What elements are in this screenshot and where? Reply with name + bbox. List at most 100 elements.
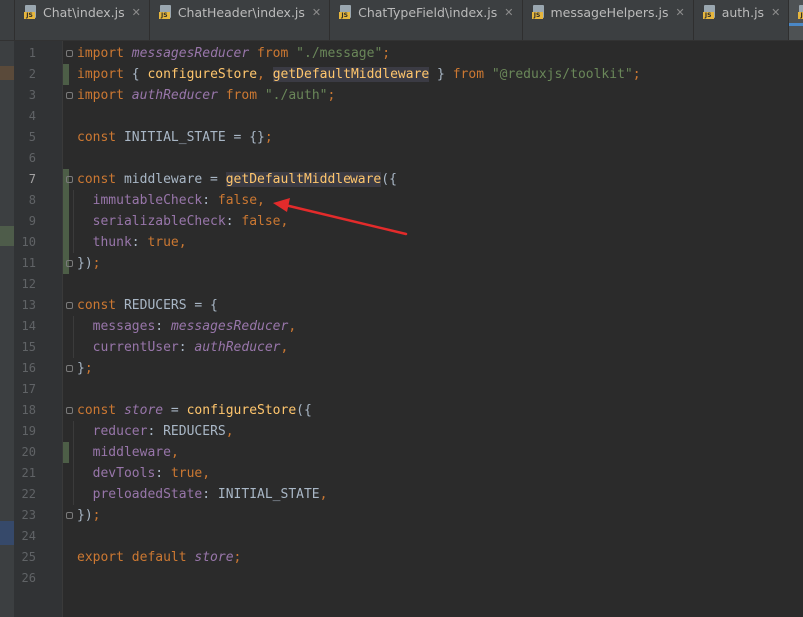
line-number: 3	[28, 88, 36, 102]
code-token: ware	[349, 172, 382, 187]
code-token: devTools	[92, 466, 156, 481]
code-token: ;	[327, 88, 336, 103]
code-text: };	[77, 358, 93, 379]
line-number: 10	[21, 235, 36, 249]
code-text: middleware,	[77, 442, 179, 463]
code-text: const middleware = getDefaultMiddleware(…	[77, 169, 397, 190]
code-token: immutableCheck	[92, 193, 203, 208]
code-token: ;	[84, 361, 93, 376]
code-token: ,	[257, 193, 265, 208]
close-icon[interactable]: ✕	[771, 6, 780, 19]
close-icon[interactable]: ✕	[312, 6, 321, 19]
code-token: :	[225, 214, 242, 229]
code-token: :	[131, 235, 148, 250]
editor-tab[interactable]: JS auth.js ✕	[694, 0, 790, 40]
code-token: authReducer	[194, 340, 281, 355]
code-line: 6	[0, 148, 803, 169]
line-number: 14	[21, 319, 36, 333]
code-token: ({	[296, 403, 312, 418]
code-text: devTools: true,	[77, 463, 210, 484]
code-token: ,	[280, 214, 289, 229]
code-token: INITIAL_STATE = {}	[123, 130, 265, 145]
code-token: messages	[92, 319, 156, 334]
code-line: 15 currentUser: authReducer,	[0, 337, 803, 358]
code-token: })	[77, 508, 93, 523]
editor-tab[interactable]: JS messageHelpers.js ✕	[523, 0, 694, 40]
tab-label: ChatTypeField\index.js	[358, 4, 498, 20]
line-number: 23	[21, 508, 36, 522]
line-number: 9	[28, 214, 36, 228]
code-line: 23});	[0, 505, 803, 526]
line-number: 19	[21, 424, 36, 438]
close-icon[interactable]: ✕	[675, 6, 684, 19]
code-token: thunk	[92, 235, 132, 250]
code-text: const REDUCERS = {	[77, 295, 218, 316]
code-token: configureStore	[186, 403, 297, 418]
js-file-icon: JS	[158, 5, 173, 19]
code-token: :	[155, 319, 171, 334]
code-token: from	[217, 88, 265, 103]
code-line: 11});	[0, 253, 803, 274]
editor-tab[interactable]: JSstore\index.js✕	[789, 0, 803, 40]
js-file-icon: JS	[798, 5, 803, 19]
code-token: ,	[225, 424, 234, 439]
code-token: ,	[202, 466, 211, 481]
code-line: 17	[0, 379, 803, 400]
code-line: 24	[0, 526, 803, 547]
code-token: ;	[92, 508, 101, 523]
line-number: 13	[21, 298, 36, 312]
line-number: 1	[28, 46, 36, 60]
code-token: messagesReducer	[170, 319, 289, 334]
code-token: import	[77, 88, 132, 103]
code-line: 20 middleware,	[0, 442, 803, 463]
line-number: 2	[28, 67, 36, 81]
tab-label: auth.js	[721, 4, 765, 20]
tab-label: ChatHeader\index.js	[177, 4, 305, 20]
line-number: 17	[21, 382, 36, 396]
editor-tab[interactable]: JS ChatTypeField\index.js ✕	[330, 0, 523, 40]
tabs-container: JS Chat\index.js ✕ JS ChatHeader\index.js ✕ JS…	[15, 0, 803, 40]
code-line: 22 preloadedState: INITIAL_STATE,	[0, 484, 803, 505]
close-icon[interactable]: ✕	[132, 6, 141, 19]
close-icon[interactable]: ✕	[504, 6, 513, 19]
code-token: export default	[77, 550, 195, 565]
line-number: 6	[28, 151, 36, 165]
editor-tab[interactable]: JS ChatHeader\index.js ✕	[150, 0, 331, 40]
code-token: preloadedState	[92, 487, 203, 502]
code-token: authReducer	[131, 88, 218, 103]
code-text: thunk: true,	[77, 232, 187, 253]
line-number: 22	[21, 487, 36, 501]
code-token: })	[77, 256, 93, 271]
code-token: configureStore	[147, 67, 258, 82]
editor-tab[interactable]: JS Chat\index.js ✕	[15, 0, 150, 40]
code-token: ,	[280, 340, 289, 355]
code-text: import { configureStore, getDefaultMiddl…	[77, 64, 641, 85]
code-token: ;	[264, 130, 273, 145]
code-text: reducer: REDUCERS,	[77, 421, 234, 442]
js-file-icon: JS	[339, 5, 353, 19]
tab-scroll-left[interactable]	[0, 0, 15, 40]
code-token: ,	[178, 235, 187, 250]
code-text: preloadedState: INITIAL_STATE,	[77, 484, 328, 505]
line-number: 5	[28, 130, 36, 144]
code-token: middleware =	[123, 172, 226, 187]
js-file-icon: JS	[702, 5, 717, 19]
code-token: : REDUCERS	[147, 424, 226, 439]
code-token: ({	[381, 172, 397, 187]
code-line: 5 const INITIAL_STATE = {};	[0, 127, 803, 148]
code-token: ,	[257, 67, 273, 82]
code-text: messages: messagesReducer,	[77, 316, 297, 337]
line-number: 26	[21, 571, 36, 585]
code-token: const	[77, 403, 124, 418]
line-number: 8	[28, 193, 36, 207]
code-line: 13 const REDUCERS = {	[0, 295, 803, 316]
code-line: 16};	[0, 358, 803, 379]
code-token: }	[429, 67, 453, 82]
code-token: "./message"	[296, 46, 383, 61]
code-line: 1 import messagesReducer from "./message"…	[0, 43, 803, 64]
code-line: 2 import { configureStore, getDefaultMidd…	[0, 64, 803, 85]
